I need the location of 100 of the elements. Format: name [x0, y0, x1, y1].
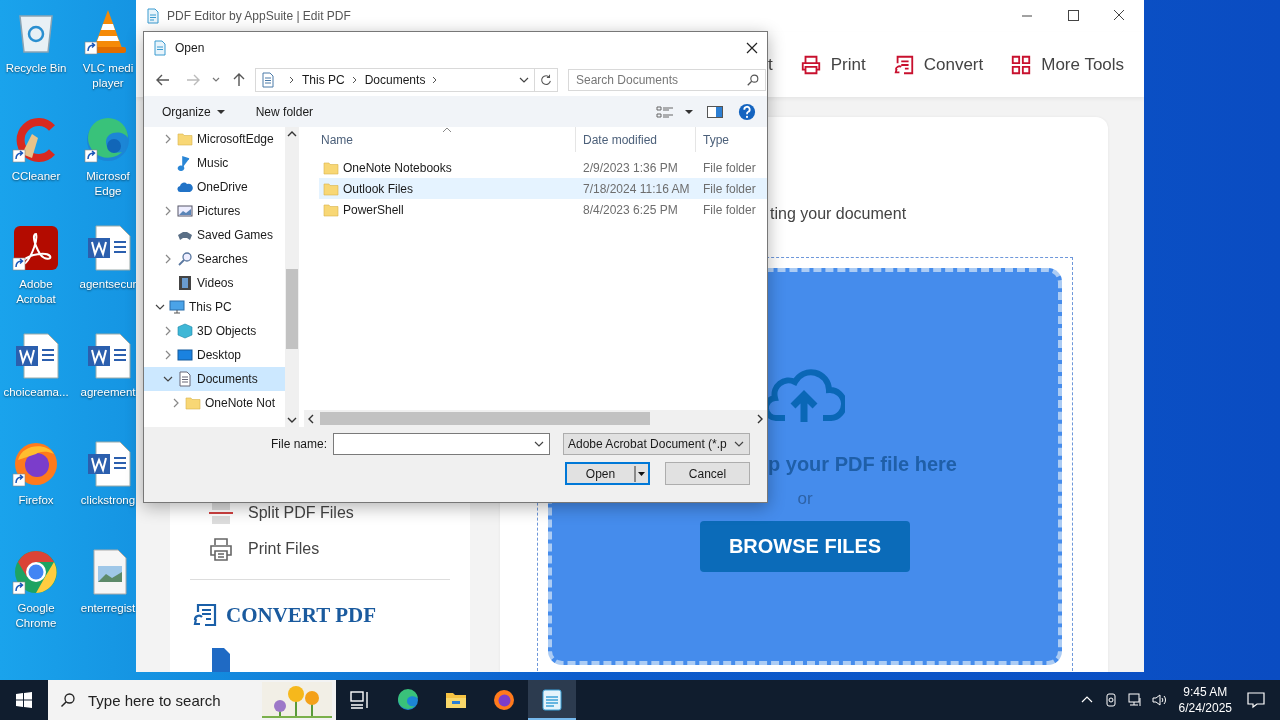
tree-item[interactable]: 3D Objects — [144, 319, 285, 343]
picture-icon — [177, 203, 193, 219]
split-icon — [208, 500, 234, 527]
folder-icon — [185, 395, 201, 411]
film-icon — [177, 275, 193, 291]
new-folder-button[interactable]: New folder — [255, 104, 314, 119]
desktop-icon-label: CCleaner — [10, 169, 62, 184]
browse-files-button[interactable]: BROWSE FILES — [700, 521, 910, 572]
notification-icon[interactable] — [1246, 690, 1266, 710]
type-cell-text: File folder — [702, 160, 757, 175]
speaker-icon[interactable] — [1150, 692, 1167, 708]
open-button[interactable]: Open — [565, 462, 650, 485]
tree-item[interactable]: Documents — [144, 367, 285, 391]
sidebar-item[interactable]: Split PDF Files — [170, 495, 470, 532]
scrollbar-thumb[interactable] — [320, 412, 650, 425]
document-app-icon[interactable] — [12, 224, 60, 272]
desktop-icon — [177, 347, 193, 363]
file-row[interactable]: PowerShell 8/4/2023 6:25 PM File folder — [319, 199, 767, 220]
browser-icon[interactable] — [12, 548, 60, 596]
desktop-icon-label: Recycle Bin — [4, 61, 68, 76]
column-header[interactable]: Date modified — [576, 127, 696, 152]
sidebar-item[interactable]: Print Files — [170, 531, 470, 568]
tree-item[interactable]: Saved Games — [144, 223, 285, 247]
sort-caret-icon — [442, 127, 452, 133]
subtitle-text: ting your document — [770, 204, 907, 224]
toolbar-button[interactable]: t — [768, 54, 773, 75]
cloud-upload-icon — [765, 368, 845, 424]
help-icon[interactable] — [737, 102, 757, 121]
file-name: OneNote Notebooks — [343, 160, 452, 175]
address-bar[interactable]: This PC Documents — [255, 67, 535, 92]
globe-icon — [492, 688, 516, 712]
tree-item[interactable]: Desktop — [144, 343, 285, 367]
printer-icon — [208, 536, 234, 563]
document-app-icon — [145, 8, 161, 24]
file-name-field[interactable] — [333, 433, 550, 455]
or-text: or — [797, 489, 813, 509]
desktop-icon-label: Firefox — [17, 493, 55, 508]
column-header[interactable]: Name — [304, 127, 576, 152]
grid-icon — [1010, 53, 1033, 76]
desktop-icon-label: VLC medi player — [81, 61, 135, 91]
windows-logo-icon — [16, 692, 32, 708]
file-name: Outlook Files — [343, 181, 414, 196]
refresh-icon — [539, 72, 553, 87]
toolbar-button[interactable]: Print — [799, 53, 866, 76]
tree-item[interactable]: Pictures — [144, 199, 285, 223]
wave-icon[interactable] — [84, 116, 132, 164]
folder-icon — [323, 180, 339, 197]
tree-item[interactable]: This PC — [144, 295, 285, 319]
folder-icon — [323, 159, 339, 176]
toolbar-button[interactable]: More Tools — [1010, 53, 1125, 76]
cancel-button[interactable]: Cancel — [665, 462, 750, 485]
list-arrow-icon — [892, 53, 915, 76]
document-app-icon — [152, 39, 168, 56]
search-field[interactable]: Search Documents — [568, 68, 766, 91]
organize-button[interactable]: Organize — [162, 104, 225, 119]
globe-icon[interactable] — [12, 440, 60, 488]
desktop-icon-label: Google Chrome — [14, 601, 58, 631]
caret-icon — [634, 463, 646, 484]
up-arrow-icon[interactable] — [231, 71, 247, 88]
column-header[interactable]: Type — [696, 127, 767, 152]
desktop-icon-label: agentsecur — [78, 277, 138, 292]
date-cell-text: 7/18/2024 11:16 AM — [582, 181, 691, 196]
drop-instruction: p your PDF file here — [768, 453, 957, 476]
cube-icon — [177, 323, 193, 339]
clock[interactable]: 9:45 AM 6/24/2025 — [1178, 684, 1232, 716]
desktop-icon-label: choiceama... — [2, 385, 70, 400]
scrollbar-thumb[interactable] — [286, 269, 298, 349]
file-name-label: File name: — [270, 437, 327, 451]
toolbar-button[interactable]: Convert — [892, 53, 984, 76]
tree-item[interactable]: OneNote Not — [144, 391, 285, 415]
desktop-icon-label: agreement — [79, 385, 137, 400]
tree-item[interactable]: Videos — [144, 271, 285, 295]
printer-icon — [799, 53, 822, 76]
section-heading: CONVERT PDF — [226, 602, 376, 628]
tree-item[interactable]: Music — [144, 151, 285, 175]
date-cell-text: 8/4/2023 6:25 PM — [582, 202, 679, 217]
file-type-dropdown[interactable]: Adobe Acrobat Document (*.p — [563, 433, 750, 455]
breadcrumb[interactable]: Documents — [364, 72, 426, 87]
search-icon — [746, 72, 760, 87]
tree-item[interactable]: Searches — [144, 247, 285, 271]
document-app-icon — [540, 688, 564, 712]
flowers-icon — [262, 682, 332, 718]
list-arrow-icon — [192, 602, 218, 628]
type-cell-text: File folder — [702, 202, 757, 217]
tree-item[interactable]: MicrosoftEdge — [144, 127, 285, 151]
breadcrumb[interactable]: This PC — [302, 72, 345, 87]
search-icon — [60, 692, 76, 708]
type-cell-text: File folder — [702, 181, 757, 196]
taskbar-button[interactable] — [528, 680, 576, 720]
folder-icon — [323, 201, 339, 218]
folder-icon — [177, 131, 193, 147]
window-title: PDF Editor by AppSuite | Edit PDF — [167, 9, 351, 23]
refresh-button[interactable] — [535, 67, 558, 92]
caret-icon[interactable] — [685, 107, 693, 116]
file-row[interactable]: Outlook Files 7/18/2024 11:16 AM File folder — [319, 178, 767, 199]
wave-icon — [396, 688, 420, 712]
file-row[interactable]: OneNote Notebooks 2/9/2023 1:36 PM File folder — [319, 157, 767, 178]
monitor-icon — [169, 299, 185, 315]
network-icon[interactable] — [1126, 692, 1143, 708]
tree-item[interactable]: OneDrive — [144, 175, 285, 199]
